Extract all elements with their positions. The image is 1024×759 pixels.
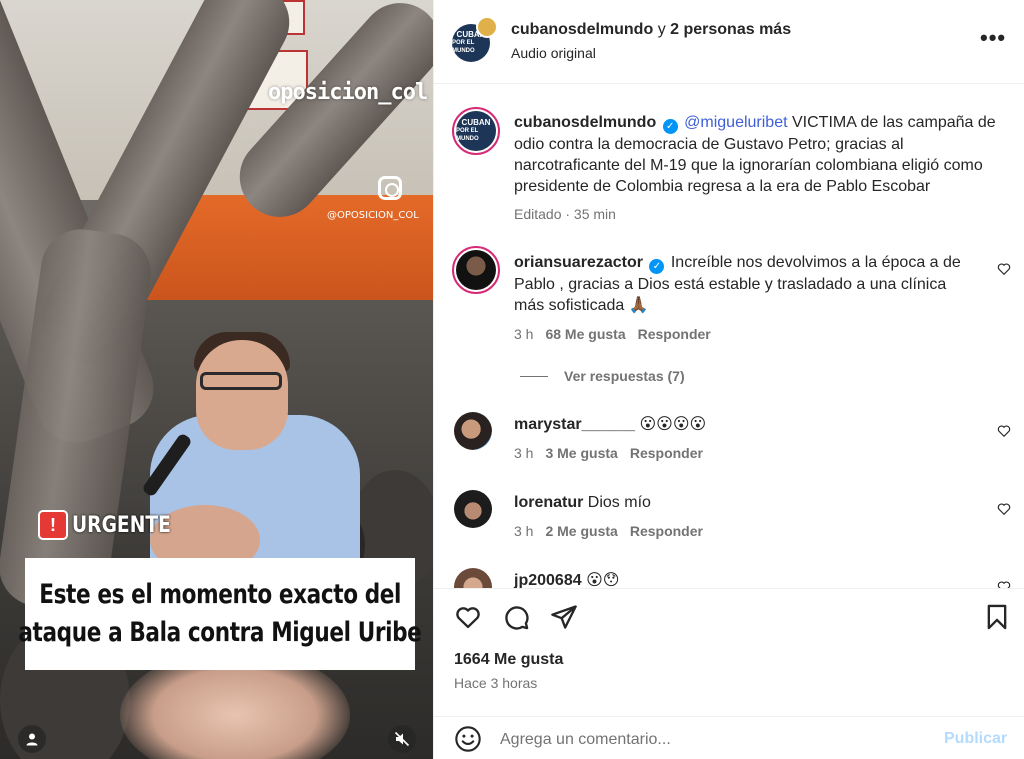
likes-count[interactable]: 1664 Me gusta [454, 651, 563, 669]
like-comment-heart-icon[interactable] [997, 580, 1011, 588]
like-comment-heart-icon[interactable] [997, 502, 1011, 516]
video-player[interactable]: oposicion_col @OPOSICION_COL ! URGENTE E… [0, 0, 433, 759]
video-caption-line-2: ataque a Bala contra Miguel Uribe [18, 617, 422, 648]
siren-icon: ! [38, 510, 68, 540]
header-connector: y [657, 21, 666, 38]
comments-list[interactable]: CUBAN POR EL MUNDO cubanosdelmundo ✓ @mig… [434, 85, 1024, 588]
mute-toggle-button[interactable] [388, 725, 416, 753]
comment-body: Dios mío [587, 494, 651, 511]
header-others-link[interactable]: 2 personas más [670, 21, 791, 38]
header-author-line: cubanosdelmundo y 2 personas más [511, 21, 791, 39]
audio-link[interactable]: Audio original [511, 45, 596, 61]
comment-body: 😮😯 [586, 572, 620, 588]
comment-meta: 3 h 2 Me gusta Responder [514, 523, 703, 539]
comment-meta: 3 h 3 Me gusta Responder [514, 445, 703, 461]
reply-button[interactable]: Responder [630, 523, 703, 539]
comment-likes[interactable]: 2 Me gusta [545, 523, 617, 539]
comment-username[interactable]: marystar______ [514, 416, 635, 433]
comment-input[interactable] [500, 727, 930, 753]
watermark-handle: @OPOSICION_COL [327, 210, 419, 221]
more-options-icon[interactable]: ••• [980, 27, 1006, 49]
coauthor-avatar[interactable] [476, 16, 498, 38]
emoji-icon[interactable] [454, 725, 482, 753]
view-replies-button[interactable]: Ver respuestas (7) [520, 368, 685, 384]
caption-meta: Editado · 35 min [514, 206, 616, 222]
comment-username[interactable]: oriansuarezactor [514, 254, 643, 271]
video-caption: Este es el momento exacto del ataque a B… [18, 558, 422, 670]
caption-text: cubanosdelmundo ✓ @migueluribet VICTIMA … [514, 112, 1004, 197]
comment-composer: Publicar [434, 716, 1024, 759]
urgent-label: URGENTE [72, 512, 171, 538]
bookmark-icon[interactable] [983, 603, 1011, 631]
urgent-badge: ! URGENTE [38, 510, 188, 540]
caption-username[interactable]: cubanosdelmundo [514, 114, 656, 131]
comment-body: 😮😮😮😮 [639, 416, 707, 433]
comment-likes[interactable]: 3 Me gusta [545, 445, 617, 461]
speaker-muted-icon [394, 731, 410, 747]
like-comment-heart-icon[interactable] [997, 262, 1011, 276]
comment-username[interactable]: lorenatur [514, 494, 583, 511]
publish-button[interactable]: Publicar [944, 730, 1007, 748]
mention-link[interactable]: @migueluribet [684, 114, 787, 131]
commenter-avatar[interactable] [452, 246, 500, 294]
video-caption-line-1: Este es el momento exacto del [39, 579, 401, 610]
comment-icon[interactable] [502, 603, 530, 631]
watermark-text: oposicion_col [268, 80, 428, 105]
like-comment-heart-icon[interactable] [997, 424, 1011, 438]
comment-text: lorenatur Dios mío [514, 492, 1004, 513]
caption-avatar[interactable]: CUBAN POR EL MUNDO [452, 107, 500, 155]
heart-icon[interactable] [454, 603, 482, 631]
view-replies-label: Ver respuestas (7) [564, 368, 685, 384]
verified-badge-icon: ✓ [649, 259, 665, 274]
header-username[interactable]: cubanosdelmundo [511, 21, 653, 38]
commenter-avatar[interactable] [454, 490, 492, 528]
commenter-avatar[interactable] [454, 568, 492, 588]
reply-button[interactable]: Responder [630, 445, 703, 461]
comment-text: jp200684 😮😯 [514, 570, 1004, 588]
commenter-avatar[interactable] [454, 412, 492, 450]
user-icon [26, 733, 38, 746]
comment-time: 3 h [514, 326, 534, 342]
post-panel: CUBAN POR EL MUNDO cubanosdelmundo y 2 pe… [433, 0, 1024, 759]
tagged-users-button[interactable] [18, 725, 46, 753]
comment-meta: 3 h 68 Me gusta Responder [514, 326, 711, 342]
share-icon[interactable] [550, 603, 578, 631]
post-time: Hace 3 horas [454, 675, 538, 691]
comment-text: marystar______ 😮😮😮😮 [514, 414, 1004, 435]
verified-badge-icon: ✓ [662, 119, 678, 134]
comment-username[interactable]: jp200684 [514, 572, 582, 588]
comment-likes[interactable]: 68 Me gusta [545, 326, 625, 342]
reply-button[interactable]: Responder [638, 326, 711, 342]
instagram-logo-icon [378, 176, 402, 200]
comment-time: 3 h [514, 445, 534, 461]
post-header: CUBAN POR EL MUNDO cubanosdelmundo y 2 pe… [434, 0, 1024, 84]
post-actions: 1664 Me gusta Hace 3 horas [434, 588, 1024, 700]
comment-text: oriansuarezactor ✓ Increíble nos devolvi… [514, 252, 974, 316]
comment-time: 3 h [514, 523, 534, 539]
